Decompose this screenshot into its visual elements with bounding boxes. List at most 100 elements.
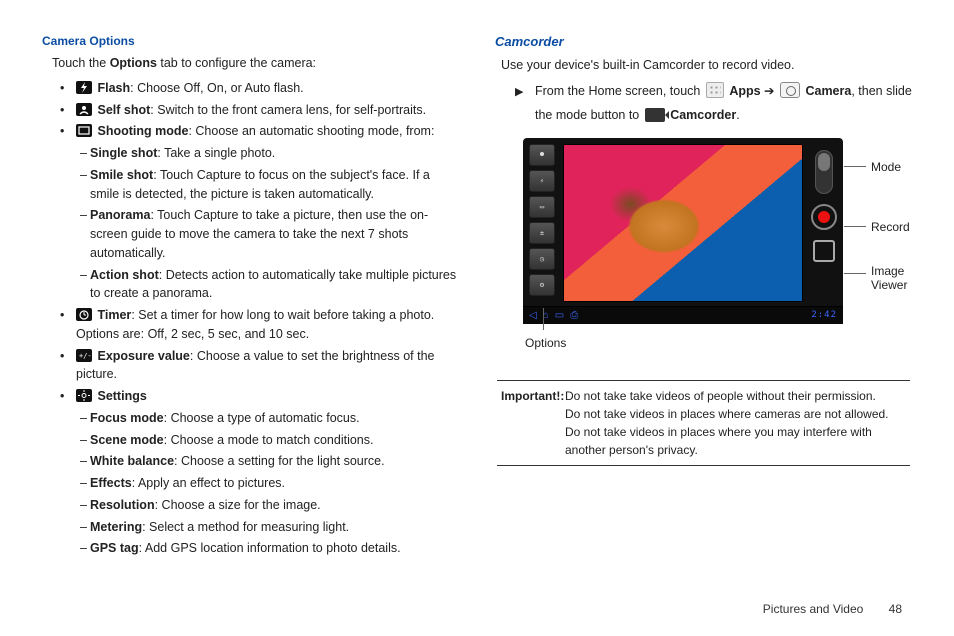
text: Image (871, 264, 904, 278)
exposure-item: +/- Exposure value: Choose a value to se… (52, 347, 459, 385)
label: Action shot (90, 268, 159, 282)
shootmode-icon (76, 124, 92, 137)
record-button[interactable] (811, 204, 837, 230)
text: Do not take videos in places where camer… (565, 405, 906, 423)
timer-button[interactable]: ◷ (529, 248, 555, 270)
panorama-item: Panorama: Touch Capture to take a pictur… (80, 206, 459, 262)
record-callout: Record (871, 218, 910, 236)
camera-icon (780, 82, 800, 98)
desc: : Choose a size for the image. (155, 498, 321, 512)
scenemode-item: Scene mode: Choose a mode to match condi… (80, 431, 459, 450)
lead-line (844, 226, 866, 227)
selfshot-icon (76, 103, 92, 116)
device-figure: ⚡ ▭ ± ◷ ⚙ ◁ ⌂ ▭ ⎙ (495, 138, 912, 324)
flash-icon (76, 81, 92, 94)
desc: : Choose an automatic shooting mode, fro… (188, 124, 434, 138)
clock-display: 2:42 (811, 309, 837, 323)
desc: : Switch to the front camera lens, for s… (150, 103, 426, 117)
image-viewer-button[interactable] (813, 240, 835, 262)
label: Scene mode (90, 433, 164, 447)
settings-button[interactable]: ⚙ (529, 274, 555, 296)
resolution-item: Resolution: Choose a size for the image. (80, 496, 459, 515)
label: GPS tag (90, 541, 139, 555)
camera-options-column: Camera Options Touch the Options tab to … (42, 32, 459, 561)
settings-sublist: Focus mode: Choose a type of automatic f… (80, 409, 459, 558)
shootmode-item: Shooting mode: Choose an automatic shoot… (52, 122, 459, 303)
timer-item: Timer: Set a timer for how long to wait … (52, 306, 459, 344)
lead-line (844, 273, 866, 274)
recent-icon[interactable]: ▭ (555, 308, 564, 323)
label: Resolution (90, 498, 155, 512)
text: Touch the (52, 56, 110, 70)
label: Panorama (90, 208, 150, 222)
flash-item: Flash: Choose Off, On, or Auto flash. (52, 79, 459, 98)
whitebalance-item: White balance: Choose a setting for the … (80, 452, 459, 471)
effects-item: Effects: Apply an effect to pictures. (80, 474, 459, 493)
text: Do not take take videos of people withou… (565, 387, 906, 405)
important-heading: Important!: (501, 387, 565, 459)
gpstag-item: GPS tag: Add GPS location information to… (80, 539, 459, 558)
desc: : Select a method for measuring light. (142, 520, 349, 534)
desc: : Apply an effect to pictures. (132, 476, 285, 490)
text: Viewer (871, 278, 907, 292)
camcorder-header: Camcorder (495, 32, 912, 52)
camcorder-left-toolbar: ⚡ ▭ ± ◷ ⚙ (529, 144, 555, 296)
apps-grid-icon (706, 82, 724, 98)
camcorder-label: Camcorder (670, 108, 736, 122)
flash-button[interactable]: ⚡ (529, 170, 555, 192)
camera-label: Camera (805, 84, 851, 98)
footer-section: Pictures and Video (763, 602, 864, 616)
text: From the Home screen, touch (535, 84, 704, 98)
exposure-icon: +/- (76, 349, 92, 362)
singleshot-item: Single shot: Take a single photo. (80, 144, 459, 163)
recmode-button[interactable]: ▭ (529, 196, 555, 218)
options-word: Options (110, 56, 157, 70)
shootmode-sublist: Single shot: Take a single photo. Smile … (80, 144, 459, 303)
camcorder-icon (645, 108, 665, 122)
options-callout: Options (525, 334, 566, 352)
camcorder-preview (563, 144, 803, 302)
desc: : Choose a type of automatic focus. (164, 411, 360, 425)
two-column-layout: Camera Options Touch the Options tab to … (42, 32, 912, 561)
mode-toggle[interactable] (815, 150, 833, 194)
timer-icon (76, 308, 92, 321)
camera-intro: Touch the Options tab to configure the c… (52, 54, 459, 73)
metering-item: Metering: Select a method for measuring … (80, 518, 459, 537)
exposure-button[interactable]: ± (529, 222, 555, 244)
desc: : Choose Off, On, or Auto flash. (130, 81, 303, 95)
text: tab to configure the camera: (157, 56, 316, 70)
options-list: Flash: Choose Off, On, or Auto flash. Se… (52, 79, 459, 558)
text: Do not take videos in places where you m… (565, 423, 906, 459)
desc: : Choose a mode to match conditions. (164, 433, 374, 447)
footer-page-number: 48 (889, 602, 902, 616)
label: Timer (97, 308, 131, 322)
label: Smile shot (90, 168, 153, 182)
label: Focus mode (90, 411, 164, 425)
camcorder-column: Camcorder Use your device's built-in Cam… (495, 32, 912, 561)
important-note: Important!: Do not take take videos of p… (497, 380, 910, 466)
label: Exposure value (97, 349, 189, 363)
device-mockup: ⚡ ▭ ± ◷ ⚙ ◁ ⌂ ▭ ⎙ (523, 138, 843, 324)
selfshot-item: Self shot: Switch to the front camera le… (52, 101, 459, 120)
arrow-glyph: ➔ (761, 84, 778, 98)
label: Settings (97, 389, 146, 403)
important-body: Do not take take videos of people withou… (565, 387, 906, 459)
selfshot-button[interactable] (529, 144, 555, 166)
viewer-callout: Image Viewer (871, 264, 907, 293)
page-footer: Pictures and Video 48 (763, 600, 902, 618)
mode-callout: Mode (871, 158, 901, 176)
label: Single shot (90, 146, 157, 160)
camera-options-header: Camera Options (42, 32, 459, 50)
focusmode-item: Focus mode: Choose a type of automatic f… (80, 409, 459, 428)
camcorder-right-controls (811, 144, 837, 262)
desc: : Add GPS location information to photo … (139, 541, 401, 555)
screenshot-icon[interactable]: ⎙ (570, 308, 578, 323)
smileshot-item: Smile shot: Touch Capture to focus on th… (80, 166, 459, 204)
label: Effects (90, 476, 132, 490)
svg-text:+/-: +/- (79, 352, 92, 360)
back-icon[interactable]: ◁ (529, 308, 537, 323)
label: Self shot (97, 103, 150, 117)
label: Shooting mode (97, 124, 188, 138)
device-navbar: ◁ ⌂ ▭ ⎙ 2:42 (523, 306, 843, 324)
label: Flash (97, 81, 130, 95)
